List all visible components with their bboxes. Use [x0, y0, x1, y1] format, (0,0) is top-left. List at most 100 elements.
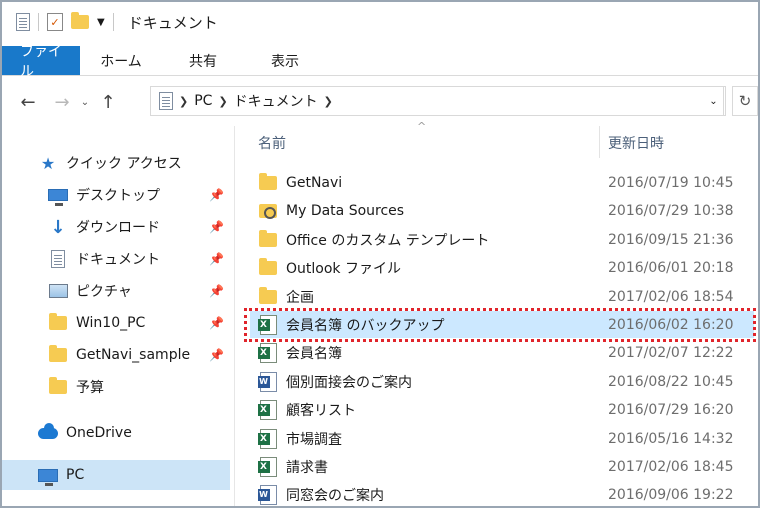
nav-label: ピクチャ	[76, 284, 132, 300]
forward-arrow-icon[interactable]: →	[48, 88, 76, 116]
breadcrumb-chevron-icon[interactable]: ❯	[218, 95, 227, 108]
nav-label: ダウンロード	[76, 220, 160, 236]
pin-icon[interactable]: 📌	[209, 348, 224, 362]
file-modified-date: 2016/06/02 16:20	[608, 316, 734, 333]
file-name: 同窓会のご案内	[286, 487, 384, 504]
file-name: 個別面接会のご案内	[286, 374, 412, 391]
customize-toolbar-dropdown[interactable]: ▼	[97, 17, 105, 28]
file-name: Outlook ファイル	[286, 260, 401, 277]
up-arrow-icon[interactable]: ↑	[94, 88, 122, 116]
nav-label: PC	[66, 467, 85, 483]
cloud-icon	[38, 422, 58, 443]
nav-item-budget[interactable]: 予算	[2, 372, 230, 402]
file-name: 市場調査	[286, 431, 342, 448]
file-row[interactable]: 顧客リスト 2016/07/29 16:20	[250, 396, 754, 423]
file-modified-date: 2016/06/01 20:18	[608, 259, 734, 276]
file-name: 請求書	[286, 459, 328, 476]
file-name: 顧客リスト	[286, 402, 356, 419]
file-row[interactable]: 市場調査 2016/05/16 14:32	[250, 425, 754, 452]
file-modified-date: 2016/07/19 10:45	[608, 174, 734, 191]
file-name: Office のカスタム テンプレート	[286, 232, 490, 249]
address-bar[interactable]: ❯ PC ❯ ドキュメント ❯	[150, 86, 724, 116]
checklist-icon[interactable]: ✓	[47, 13, 63, 31]
column-header-name[interactable]: 名前	[258, 126, 286, 160]
folder-icon	[48, 345, 68, 365]
folder-icon	[258, 257, 278, 278]
nav-item-desktop[interactable]: デスクトップ 📌	[2, 180, 230, 210]
refresh-icon[interactable]: ↻	[732, 86, 758, 116]
tab-file[interactable]: ファイル	[2, 44, 80, 80]
file-row[interactable]: My Data Sources 2016/07/29 10:38	[250, 197, 754, 224]
sort-ascending-icon: ^	[417, 120, 427, 133]
folder-icon	[48, 313, 68, 333]
file-row[interactable]: 会員名簿 2017/02/07 12:22	[250, 339, 754, 366]
documents-location-icon	[159, 92, 173, 110]
file-modified-date: 2016/09/06 19:22	[608, 486, 734, 503]
word-file-icon	[257, 371, 278, 392]
breadcrumb-chevron-icon[interactable]: ❯	[324, 95, 333, 108]
nav-label: GetNavi_sample	[76, 347, 191, 363]
pin-icon[interactable]: 📌	[209, 284, 224, 298]
quick-access-toolbar: ✓ ▼ ドキュメント	[2, 2, 218, 42]
tab-home[interactable]: ホーム	[80, 46, 162, 75]
file-modified-date: 2017/02/06 18:54	[608, 288, 734, 305]
tab-view[interactable]: 表示	[244, 46, 326, 75]
excel-file-icon	[257, 456, 278, 477]
file-row[interactable]: Office のカスタム テンプレート 2016/09/15 21:36	[250, 226, 754, 253]
file-modified-date: 2016/07/29 10:38	[608, 202, 734, 219]
new-folder-icon[interactable]	[71, 12, 89, 29]
toolbar-separator	[112, 13, 114, 31]
file-name: GetNavi	[286, 174, 343, 191]
column-resize-handle[interactable]	[599, 126, 600, 158]
word-file-icon	[257, 484, 278, 505]
pin-icon[interactable]: 📌	[209, 188, 224, 202]
file-name: 会員名簿 のバックアップ	[286, 317, 445, 334]
nav-item-downloads[interactable]: ↓ ダウンロード 📌	[2, 212, 230, 242]
documents-icon	[48, 249, 68, 269]
file-name: 会員名簿	[286, 345, 342, 362]
recent-locations-chevron-icon[interactable]: ⌄	[76, 88, 94, 116]
pin-icon[interactable]: 📌	[209, 316, 224, 330]
pin-icon[interactable]: 📌	[209, 220, 224, 234]
file-modified-date: 2016/08/22 10:45	[608, 373, 734, 390]
file-row[interactable]: 同窓会のご案内 2016/09/06 19:22	[250, 481, 754, 506]
pin-icon[interactable]: 📌	[209, 252, 224, 266]
breadcrumb-chevron-icon[interactable]: ❯	[179, 95, 188, 108]
column-header-date[interactable]: 更新日時	[608, 126, 664, 160]
excel-file-icon	[257, 399, 278, 420]
nav-item-win10-pc[interactable]: Win10_PC 📌	[2, 308, 230, 338]
nav-item-getnavi-sample[interactable]: GetNavi_sample 📌	[2, 340, 230, 370]
nav-item-pc[interactable]: PC	[2, 460, 230, 490]
file-row[interactable]: 企画 2017/02/06 18:54	[250, 283, 754, 310]
file-modified-date: 2016/07/29 16:20	[608, 401, 734, 418]
navigation-bar: ← → ⌄ ↑ ❯ PC ❯ ドキュメント ❯ ⌄ ↻	[2, 84, 758, 120]
file-row[interactable]: 個別面接会のご案内 2016/08/22 10:45	[250, 368, 754, 395]
excel-file-icon	[257, 428, 278, 449]
breadcrumb-pc[interactable]: PC	[194, 93, 212, 109]
file-row[interactable]: 請求書 2017/02/06 18:45	[250, 453, 754, 480]
nav-item-onedrive[interactable]: OneDrive	[2, 418, 230, 448]
file-row[interactable]: GetNavi 2016/07/19 10:45	[250, 169, 754, 196]
file-modified-date: 2016/09/15 21:36	[608, 231, 734, 248]
breadcrumb-documents[interactable]: ドキュメント	[234, 91, 318, 111]
nav-label: Win10_PC	[76, 315, 146, 331]
download-icon: ↓	[50, 216, 66, 238]
data-source-folder-icon	[258, 201, 278, 221]
nav-item-documents[interactable]: ドキュメント 📌	[2, 244, 230, 274]
tab-share[interactable]: 共有	[162, 46, 244, 75]
address-history-dropdown-icon[interactable]: ⌄	[702, 86, 726, 116]
nav-item-pictures[interactable]: ピクチャ 📌	[2, 276, 230, 306]
nav-quick-access[interactable]: ★ クイック アクセス	[2, 148, 230, 178]
file-row[interactable]: 会員名簿 のバックアップ 2016/06/02 16:20	[250, 311, 754, 338]
window-title: ドキュメント	[127, 13, 218, 32]
pane-divider[interactable]	[234, 126, 235, 506]
file-modified-date: 2017/02/07 12:22	[608, 344, 734, 361]
file-row[interactable]: Outlook ファイル 2016/06/01 20:18	[250, 254, 754, 281]
properties-icon[interactable]	[16, 13, 30, 31]
explorer-window: ✓ ▼ ドキュメント ファイル ホーム 共有 表示 ← → ⌄ ↑ ❯ PC ❯…	[0, 0, 760, 508]
star-icon: ★	[40, 153, 56, 173]
excel-file-icon	[257, 314, 278, 335]
toolbar-separator	[38, 13, 39, 31]
back-arrow-icon[interactable]: ←	[14, 88, 42, 116]
nav-label: クイック アクセス	[66, 156, 182, 172]
